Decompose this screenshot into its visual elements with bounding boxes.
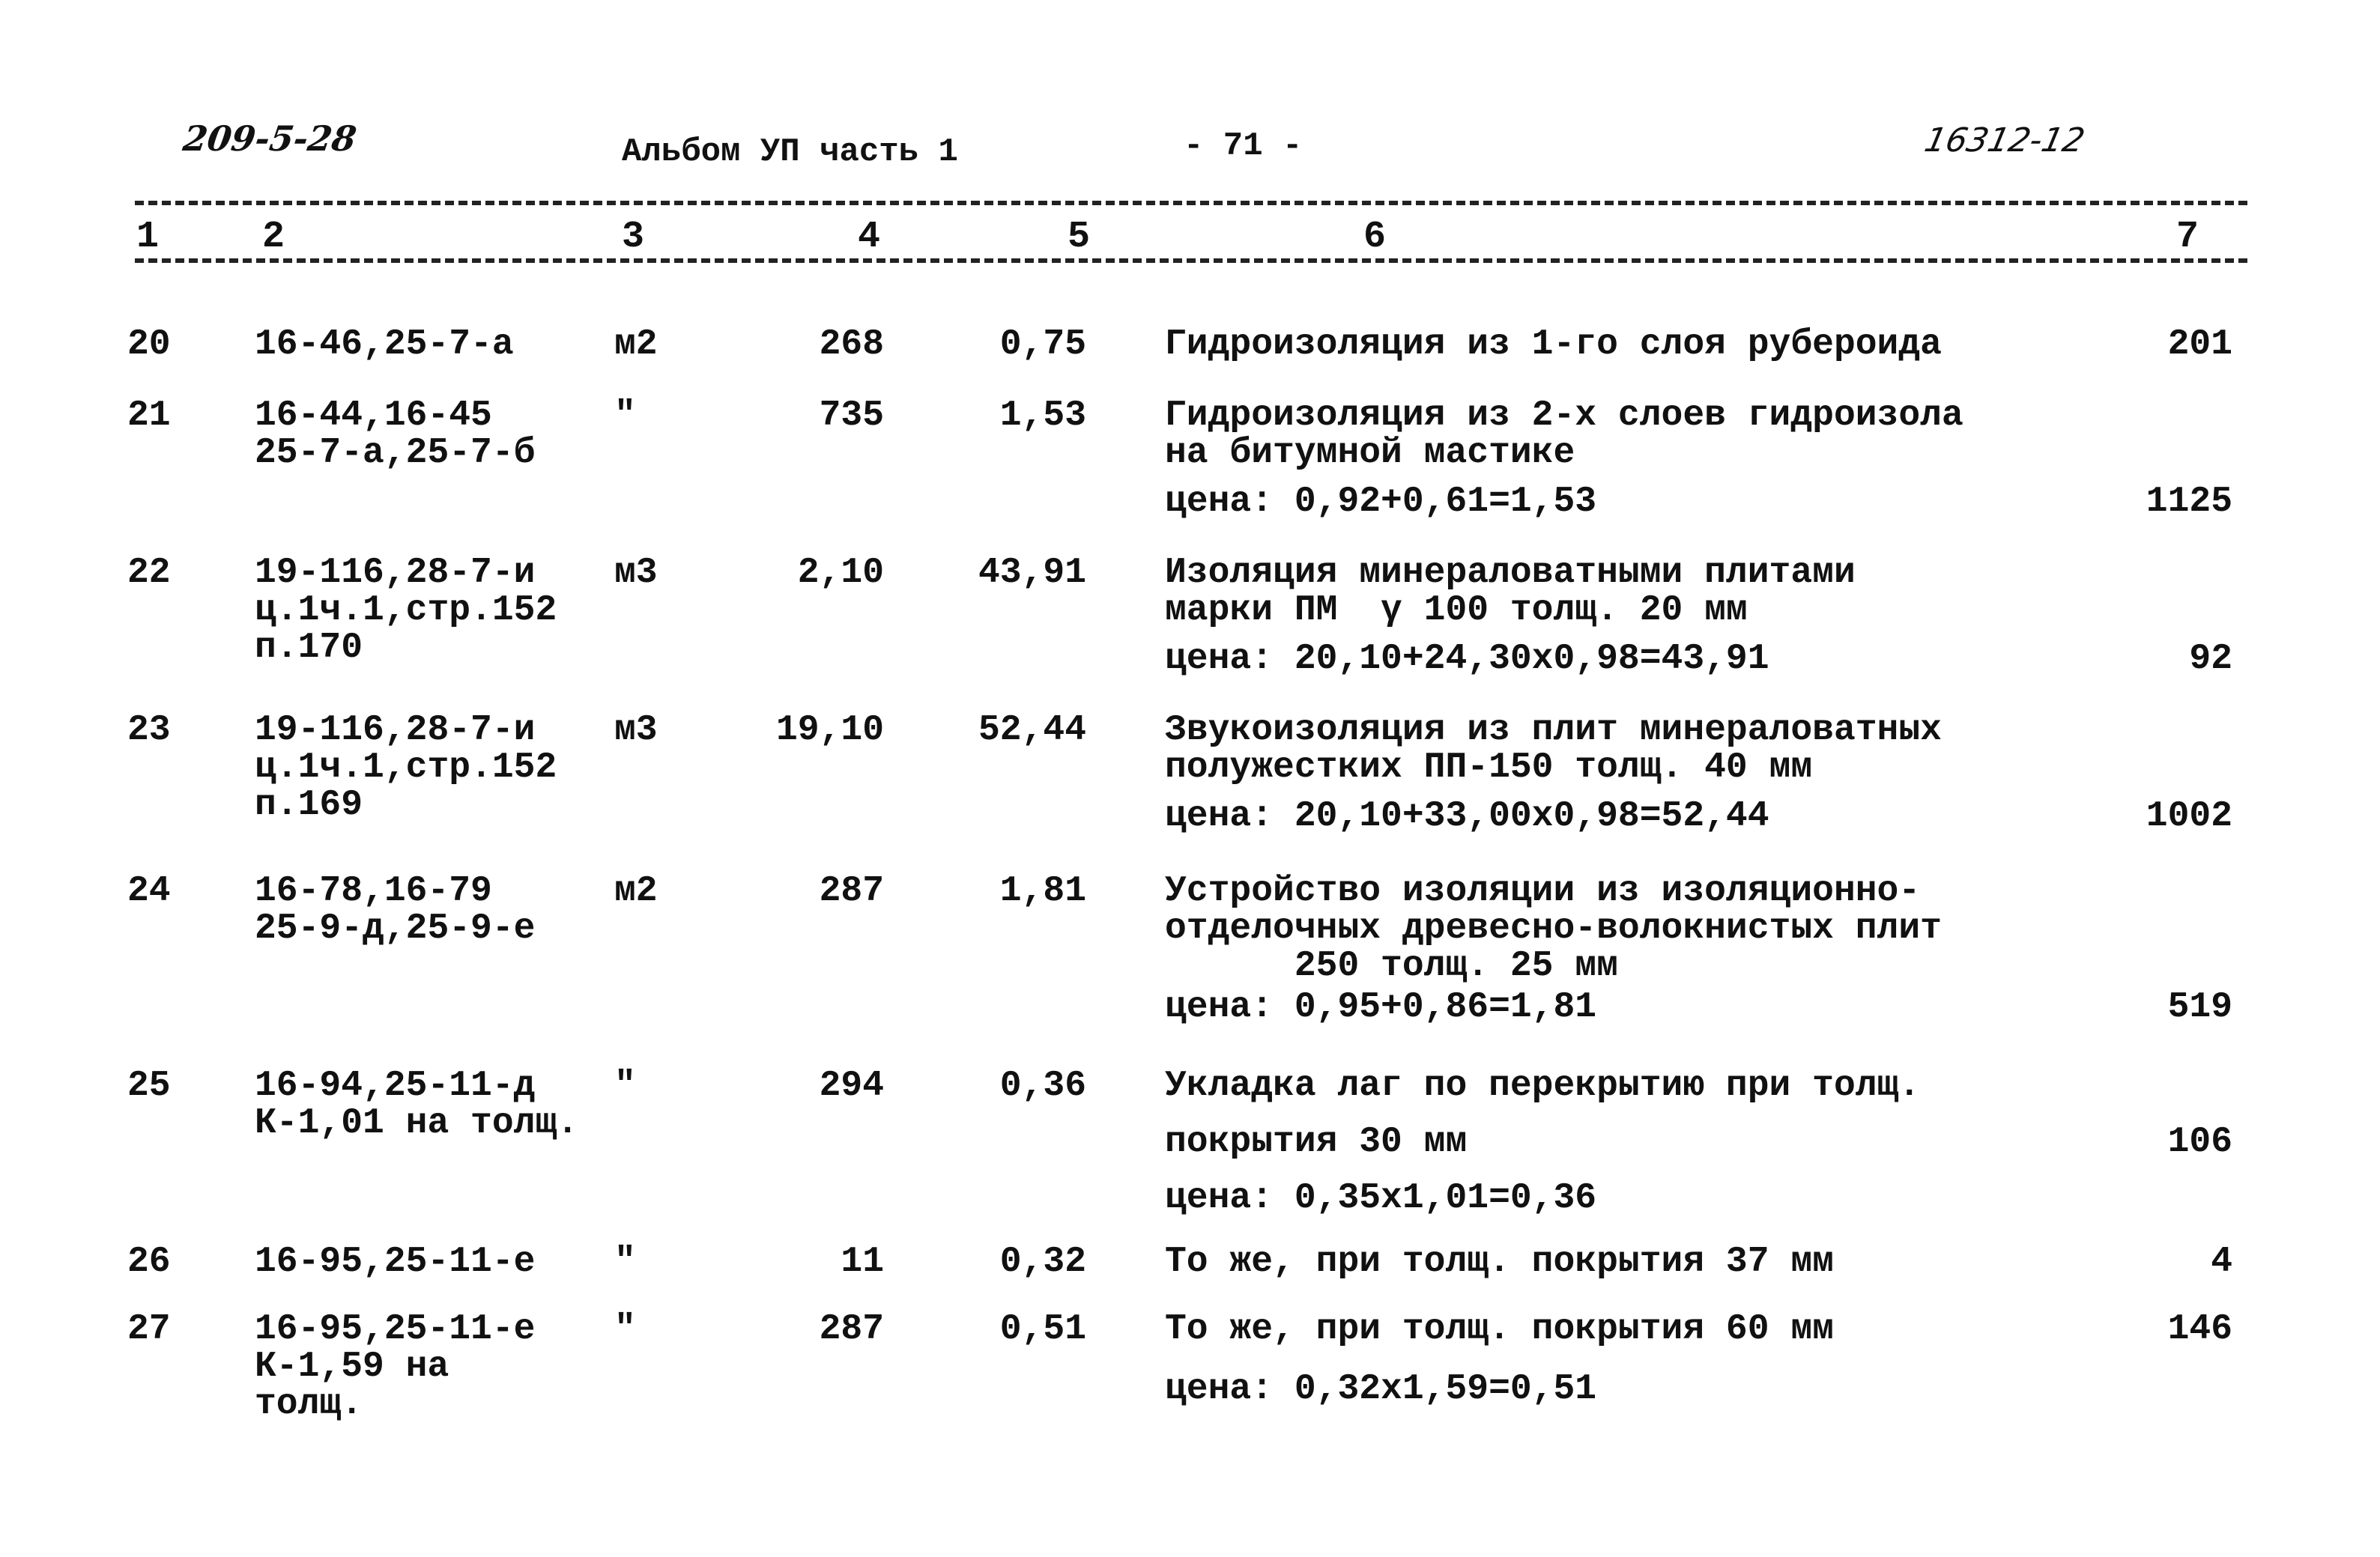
row-number: 25: [127, 1066, 171, 1106]
unit-price: 1,53: [999, 395, 1086, 436]
column-number-4: 4: [858, 216, 881, 258]
unit: ": [614, 1242, 636, 1282]
rate-code: 16-94,25-11-д К-1,01 на толщ.: [255, 1066, 579, 1144]
rate-code: 19-116,28-7-и ц.1ч.1,стр.152 п.170: [255, 553, 557, 668]
work-description: То же, при толщ. покрытия 37 мм: [1165, 1242, 1834, 1282]
unit: м3: [614, 553, 658, 593]
row-number: 20: [127, 324, 171, 365]
unit-price: 0,75: [999, 324, 1086, 365]
column-number-6: 6: [1363, 216, 1387, 258]
work-description: Устройство изоляции из изоляционно- отде…: [1165, 871, 1942, 986]
column-number-5: 5: [1068, 216, 1091, 258]
total-cost: 92: [2189, 639, 2232, 679]
total-cost: 146: [2167, 1309, 2232, 1350]
quantity: 287: [819, 871, 884, 911]
unit-price: 0,32: [999, 1242, 1086, 1282]
header-rule-bottom: [135, 258, 2247, 263]
unit-price: 43,91: [978, 553, 1086, 593]
page-number: - 71 -: [1184, 127, 1303, 165]
quantity: 735: [819, 395, 884, 436]
album-title: Альбом УП часть 1: [622, 133, 958, 171]
work-description: То же, при толщ. покрытия 60 мм: [1165, 1309, 1834, 1350]
unit: ": [614, 1066, 636, 1106]
rate-code: 16-95,25-11-е: [255, 1242, 536, 1282]
column-number-1: 1: [136, 216, 160, 258]
price-calculation: цена: 0,92+0,61=1,53: [1165, 482, 1597, 522]
quantity: 287: [819, 1309, 884, 1350]
work-description: Гидроизоляция из 2-х слоев гидроизола на…: [1165, 395, 1963, 473]
unit: м2: [614, 324, 658, 365]
total-cost: 106: [2167, 1122, 2232, 1162]
unit: м2: [614, 871, 658, 911]
work-description: Звукоизоляция из плит минераловатных пол…: [1165, 710, 1942, 788]
total-cost: 519: [2167, 987, 2232, 1028]
total-cost: 1125: [2146, 482, 2232, 522]
work-description: Гидроизоляция из 1-го слоя рубероида: [1165, 324, 1942, 365]
row-number: 21: [127, 395, 171, 436]
price-calculation: цена: 20,10+33,00х0,98=52,44: [1165, 796, 1769, 837]
unit: ": [614, 1309, 636, 1350]
price-calculation: цена: 0,35х1,01=0,36: [1165, 1178, 1597, 1218]
price-calculation: цена: 0,95+0,86=1,81: [1165, 987, 1597, 1028]
column-number-2: 2: [262, 216, 285, 258]
unit-price: 0,51: [999, 1309, 1086, 1350]
rate-code: 16-78,16-79 25-9-д,25-9-е: [255, 871, 536, 949]
rate-code: 19-116,28-7-и ц.1ч.1,стр.152 п.169: [255, 710, 557, 825]
price-calculation: цена: 0,32х1,59=0,51: [1165, 1369, 1597, 1409]
column-number-7: 7: [2176, 216, 2199, 258]
document-code: 209-5-28: [181, 118, 360, 159]
work-description-cont: покрытия 30 мм: [1165, 1122, 1468, 1162]
work-description: Укладка лаг по перекрытию при толщ.: [1165, 1066, 1921, 1106]
row-number: 24: [127, 871, 171, 911]
price-calculation: цена: 20,10+24,30х0,98=43,91: [1165, 639, 1769, 679]
rate-code: 16-46,25-7-а: [255, 324, 514, 365]
quantity: 268: [819, 324, 884, 365]
total-cost: 4: [2211, 1242, 2232, 1282]
total-cost: 1002: [2146, 796, 2232, 837]
unit: ": [614, 395, 636, 436]
work-description: Изоляция минераловатными плитами марки П…: [1165, 553, 1856, 631]
unit: м3: [614, 710, 658, 750]
row-number: 22: [127, 553, 171, 593]
row-number: 26: [127, 1242, 171, 1282]
quantity: 11: [841, 1242, 884, 1282]
rate-code: 16-44,16-45 25-7-а,25-7-б: [255, 395, 536, 473]
quantity: 294: [819, 1066, 884, 1106]
rate-code: 16-95,25-11-е К-1,59 на толщ.: [255, 1309, 536, 1424]
row-number: 23: [127, 710, 171, 750]
row-number: 27: [127, 1309, 171, 1350]
quantity: 2,10: [797, 553, 884, 593]
quantity: 19,10: [775, 710, 884, 750]
unit-price: 0,36: [999, 1066, 1086, 1106]
header-rule-top: [135, 201, 2247, 205]
total-cost: 201: [2167, 324, 2232, 365]
unit-price: 1,81: [999, 871, 1086, 911]
unit-price: 52,44: [978, 710, 1086, 750]
column-number-3: 3: [622, 216, 645, 258]
inventory-number: 16312-12: [1921, 121, 2089, 160]
